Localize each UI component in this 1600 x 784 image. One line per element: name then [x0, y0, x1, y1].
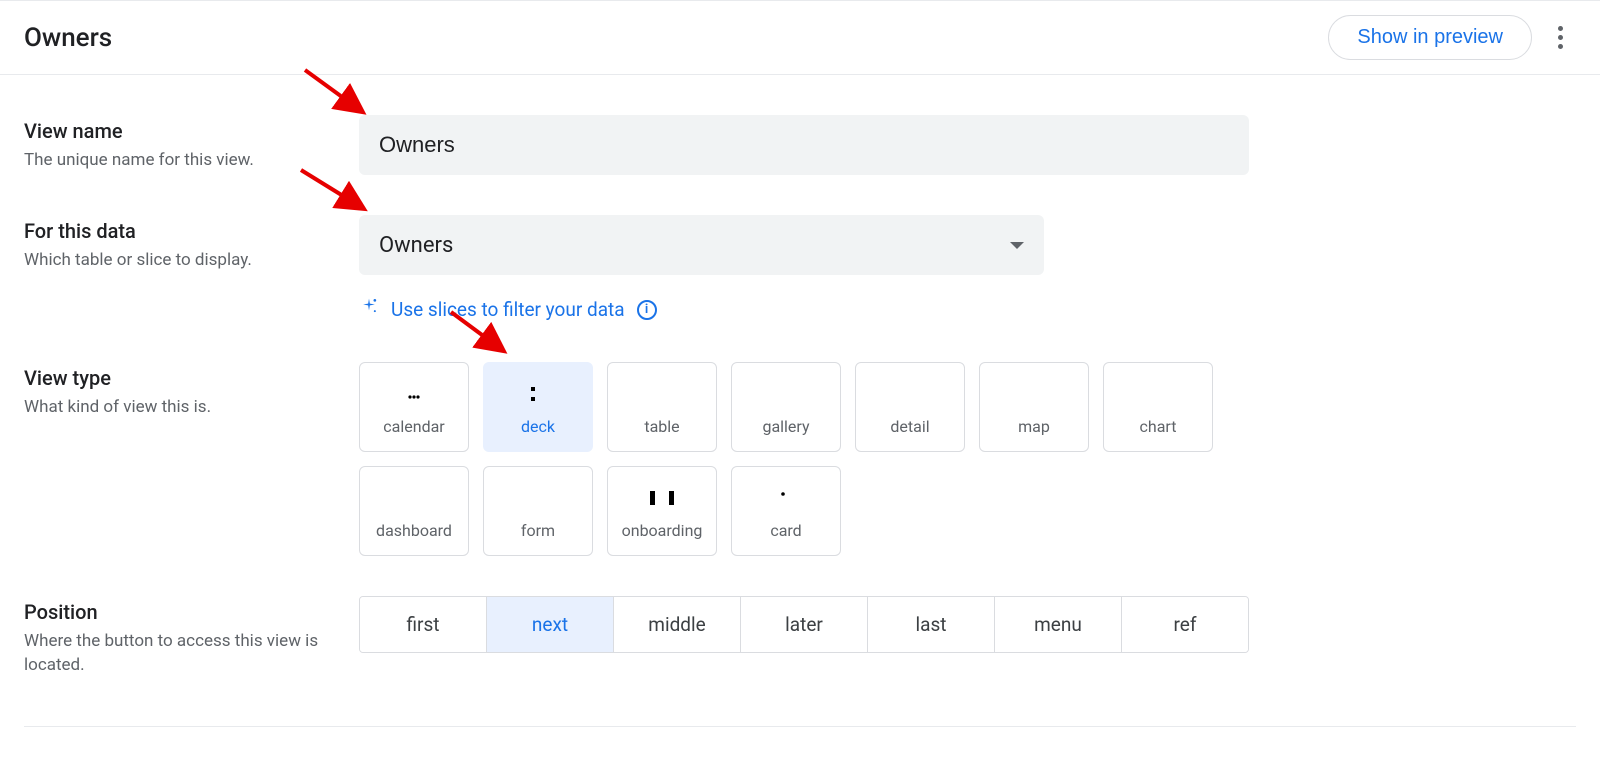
position-option-later[interactable]: later — [740, 597, 867, 652]
view-type-option-label: detail — [890, 417, 929, 436]
view-name-input[interactable] — [359, 115, 1249, 175]
view-type-option-detail[interactable]: detail — [855, 362, 965, 452]
dashboard-icon — [399, 483, 429, 513]
more-options-button[interactable] — [1544, 22, 1576, 54]
view-type-option-label: deck — [521, 417, 555, 436]
view-type-option-label: gallery — [762, 417, 809, 436]
view-type-option-label: form — [521, 521, 555, 540]
info-icon[interactable]: i — [637, 300, 657, 320]
chart-icon — [1143, 379, 1173, 409]
view-name-description: The unique name for this view. — [24, 149, 359, 173]
view-type-option-table[interactable]: table — [607, 362, 717, 452]
section-divider — [24, 726, 1576, 727]
position-option-middle[interactable]: middle — [613, 597, 740, 652]
view-type-option-label: onboarding — [622, 521, 703, 540]
position-option-first[interactable]: first — [360, 597, 486, 652]
sparkle-icon — [359, 297, 379, 322]
view-type-grid: calendar deck table gallery detail map chart da… — [359, 362, 1231, 556]
position-option-menu[interactable]: menu — [994, 597, 1121, 652]
position-label: Position — [24, 600, 359, 624]
view-type-label: View type — [24, 366, 359, 390]
kebab-dot-icon — [1558, 44, 1563, 49]
view-type-option-label: chart — [1140, 417, 1177, 436]
view-type-option-dashboard[interactable]: dashboard — [359, 466, 469, 556]
view-type-description: What kind of view this is. — [24, 396, 359, 420]
view-type-option-label: table — [644, 417, 679, 436]
view-type-option-label: calendar — [383, 417, 444, 436]
view-type-option-onboarding[interactable]: onboarding — [607, 466, 717, 556]
view-type-option-calendar[interactable]: calendar — [359, 362, 469, 452]
position-segmented: firstnextmiddlelaterlastmenuref — [359, 596, 1249, 653]
caret-down-icon — [1010, 242, 1024, 249]
view-type-option-label: dashboard — [376, 521, 452, 540]
card-icon — [771, 483, 801, 513]
kebab-dot-icon — [1558, 26, 1563, 31]
for-this-data-label: For this data — [24, 219, 359, 243]
view-type-option-label: map — [1018, 417, 1050, 436]
for-this-data-description: Which table or slice to display. — [24, 249, 359, 273]
gallery-icon — [771, 379, 801, 409]
page-header: Owners Show in preview — [0, 0, 1600, 75]
view-type-option-gallery[interactable]: gallery — [731, 362, 841, 452]
calendar-icon — [399, 379, 429, 409]
kebab-dot-icon — [1558, 35, 1563, 40]
view-type-option-map[interactable]: map — [979, 362, 1089, 452]
map-icon — [1019, 379, 1049, 409]
position-option-next[interactable]: next — [486, 597, 613, 652]
for-this-data-select[interactable]: Owners — [359, 215, 1044, 275]
position-option-last[interactable]: last — [867, 597, 994, 652]
show-in-preview-button[interactable]: Show in preview — [1328, 15, 1532, 60]
view-type-option-label: card — [770, 521, 801, 540]
detail-icon — [895, 379, 925, 409]
for-this-data-value: Owners — [379, 233, 453, 258]
deck-icon — [523, 379, 553, 409]
view-type-option-deck[interactable]: deck — [483, 362, 593, 452]
view-type-option-card[interactable]: card — [731, 466, 841, 556]
position-option-ref[interactable]: ref — [1121, 597, 1248, 652]
form-icon — [523, 483, 553, 513]
view-name-label: View name — [24, 119, 359, 143]
use-slices-link[interactable]: Use slices to filter your data i — [359, 297, 1044, 322]
view-type-option-chart[interactable]: chart — [1103, 362, 1213, 452]
view-type-option-form[interactable]: form — [483, 466, 593, 556]
page-title: Owners — [24, 23, 112, 53]
slices-link-text: Use slices to filter your data — [391, 298, 625, 321]
position-description: Where the button to access this view is … — [24, 630, 359, 678]
onboarding-icon — [647, 483, 677, 513]
table-icon — [647, 379, 677, 409]
